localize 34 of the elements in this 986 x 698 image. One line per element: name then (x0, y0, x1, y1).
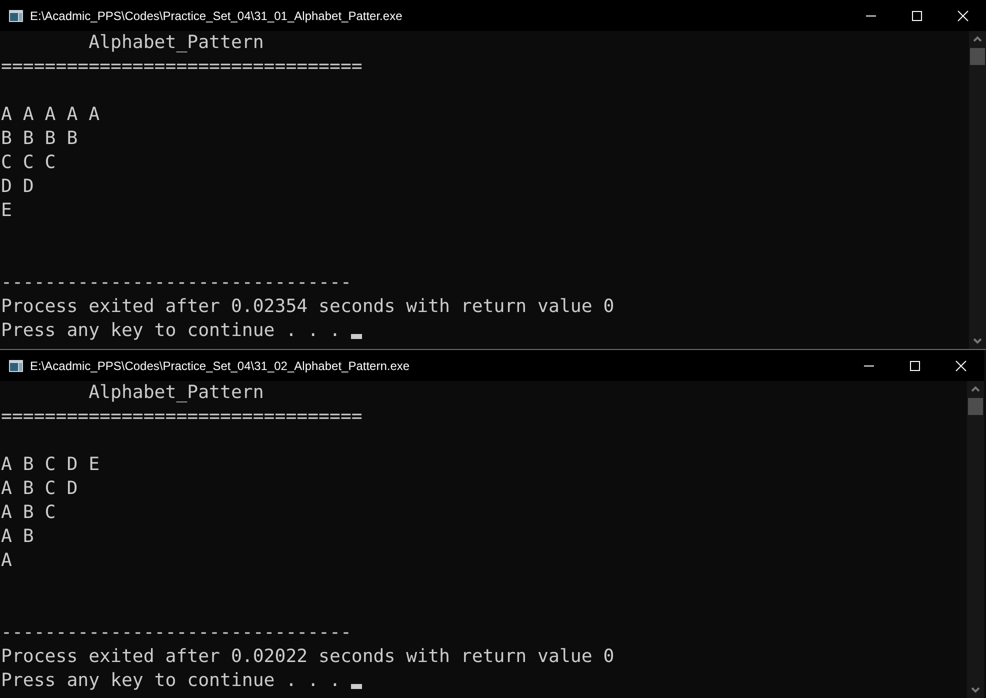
console-text: A B (1, 525, 34, 549)
maximize-icon (911, 10, 923, 22)
scrollbar[interactable] (969, 31, 986, 349)
console-text: A B C D E (1, 453, 100, 477)
scrollbar-thumb[interactable] (968, 398, 983, 415)
window-title: E:\Acadmic_PPS\Codes\Practice_Set_04\31_02_Alphabet_Pattern.exe (30, 358, 411, 372)
console-text: A (1, 549, 12, 573)
maximize-icon (909, 360, 921, 372)
console-text: A B C D (1, 477, 78, 501)
console-text: Process exited after 0.02354 seconds with return value 0 (1, 295, 614, 319)
close-icon (957, 10, 969, 22)
console-text: Alphabet_Pattern (88, 31, 264, 55)
console-app-icon (9, 10, 23, 22)
console-text: Press any key to continue . . . (1, 669, 340, 693)
console-text: C C C (1, 151, 56, 175)
console-text: A B C (1, 501, 56, 525)
text-cursor (351, 684, 362, 689)
console-text: Press any key to continue . . . (1, 319, 340, 343)
console-text: Process exited after 0.02022 seconds with return value 0 (1, 645, 614, 669)
scrollbar[interactable] (967, 381, 984, 698)
console-text: ================================= (1, 55, 362, 79)
window-title: E:\Acadmic_PPS\Codes\Practice_Set_04\31_01_Alphabet_Patter.exe (30, 8, 404, 22)
console-text: -------------------------------- (1, 271, 352, 295)
console-text: B B B B (1, 127, 78, 151)
console-text: D D (1, 175, 34, 199)
console-text: Alphabet_Pattern (88, 381, 264, 405)
console-text: ================================= (1, 405, 362, 429)
close-icon (955, 360, 967, 372)
console-app-icon (9, 360, 23, 372)
console-text: A A A A A (1, 103, 100, 127)
console-text: E (1, 199, 12, 223)
scrollbar-thumb[interactable] (970, 48, 985, 65)
text-cursor (351, 334, 362, 339)
console-text: -------------------------------- (1, 621, 352, 645)
